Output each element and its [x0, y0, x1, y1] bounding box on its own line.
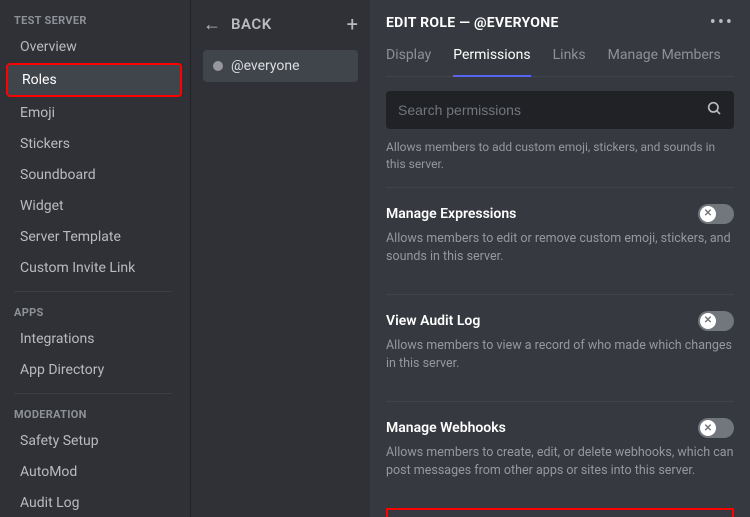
role-color-dot: [213, 61, 223, 71]
section-title: APPS: [0, 300, 182, 323]
tab-display[interactable]: Display: [386, 47, 431, 76]
section-title: MODERATION: [0, 402, 182, 425]
sidebar-item-soundboard[interactable]: Soundboard: [6, 160, 182, 190]
section-title: TEST SERVER: [0, 8, 182, 31]
permission-toggle[interactable]: [698, 418, 734, 438]
permission-toggle[interactable]: [698, 311, 734, 331]
sidebar-item-audit-log[interactable]: Audit Log: [6, 488, 182, 517]
permission-description: Allows members to add custom emoji, stic…: [386, 139, 734, 173]
sidebar-item-integrations[interactable]: Integrations: [6, 324, 182, 354]
add-role-icon[interactable]: +: [347, 12, 358, 36]
permission-title: Manage Webhooks: [386, 420, 506, 436]
sidebar-item-server-template[interactable]: Server Template: [6, 222, 182, 252]
sidebar-item-safety-setup[interactable]: Safety Setup: [6, 426, 182, 456]
sidebar-item-roles[interactable]: Roles: [6, 63, 182, 97]
sidebar-item-app-directory[interactable]: App Directory: [6, 355, 182, 385]
more-options-icon[interactable]: •••: [710, 12, 734, 33]
divider: [14, 393, 172, 394]
sidebar-item-automod[interactable]: AutoMod: [6, 457, 182, 487]
search-input[interactable]: [398, 102, 706, 118]
role-editor-main: EDIT ROLE — @EVERYONE ••• Display Permis…: [370, 0, 750, 517]
permission-description: Allows members to create, edit, or delet…: [386, 444, 734, 480]
roles-header: ← BACK +: [191, 0, 370, 50]
role-tabs: Display Permissions Links Manage Members: [386, 47, 734, 77]
server-settings-sidebar: TEST SERVER Overview Roles Emoji Sticker…: [0, 0, 190, 517]
main-header: EDIT ROLE — @EVERYONE •••: [386, 12, 734, 33]
highlighted-permission: Manage Server Allow members to change th…: [386, 508, 734, 517]
permission-description: Allows members to edit or remove custom …: [386, 230, 734, 266]
tab-permissions[interactable]: Permissions: [453, 47, 530, 77]
permission-description: Allows members to view a record of who m…: [386, 337, 734, 373]
roles-list-column: ← BACK + @everyone: [190, 0, 370, 517]
page-title: EDIT ROLE — @EVERYONE: [386, 15, 559, 31]
back-label[interactable]: BACK: [231, 15, 337, 33]
sidebar-item-stickers[interactable]: Stickers: [6, 129, 182, 159]
divider: [14, 291, 172, 292]
back-arrow-icon[interactable]: ←: [203, 14, 221, 35]
tab-links[interactable]: Links: [553, 47, 586, 76]
permission-row: Manage Expressions Allows members to edi…: [386, 187, 734, 280]
search-permissions-box[interactable]: [386, 91, 734, 129]
role-item-everyone[interactable]: @everyone: [203, 50, 358, 82]
permission-title: View Audit Log: [386, 313, 480, 329]
sidebar-item-overview[interactable]: Overview: [6, 32, 182, 62]
role-name: @everyone: [231, 58, 300, 74]
permission-title: Manage Expressions: [386, 206, 516, 222]
permission-row: Manage Webhooks Allows members to create…: [386, 401, 734, 494]
search-icon: [706, 100, 722, 120]
sidebar-item-widget[interactable]: Widget: [6, 191, 182, 221]
sidebar-item-custom-invite-link[interactable]: Custom Invite Link: [6, 253, 182, 283]
tab-manage-members[interactable]: Manage Members: [608, 47, 721, 76]
permission-row: View Audit Log Allows members to view a …: [386, 294, 734, 387]
permission-toggle[interactable]: [698, 204, 734, 224]
sidebar-item-emoji[interactable]: Emoji: [6, 98, 182, 128]
